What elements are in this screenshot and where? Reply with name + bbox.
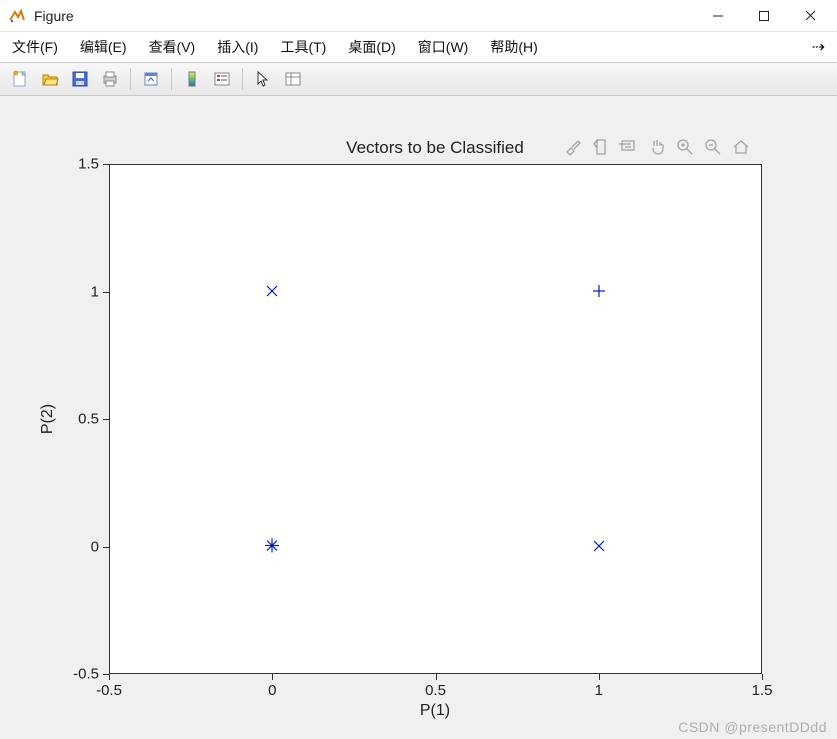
menu-view[interactable]: 查看(V) xyxy=(145,35,200,59)
y-tick xyxy=(103,292,109,293)
x-tick xyxy=(762,674,763,680)
close-button[interactable] xyxy=(787,0,833,32)
colorbar-button[interactable] xyxy=(178,66,206,92)
plot-axes[interactable] xyxy=(109,164,762,674)
data-point-x xyxy=(593,539,605,555)
axes-toolbar xyxy=(562,136,752,158)
menu-insert[interactable]: 插入(I) xyxy=(213,35,262,59)
x-tick xyxy=(436,674,437,680)
maximize-button[interactable] xyxy=(741,0,787,32)
x-tick xyxy=(272,674,273,680)
minimize-button[interactable] xyxy=(695,0,741,32)
menu-tools[interactable]: 工具(T) xyxy=(276,35,330,59)
print-button[interactable] xyxy=(96,66,124,92)
zoom-in-icon[interactable] xyxy=(674,136,696,158)
watermark: CSDN @presentDDdd xyxy=(678,719,827,735)
zoom-out-icon[interactable] xyxy=(702,136,724,158)
y-tick xyxy=(103,419,109,420)
y-axis-label: P(2) xyxy=(39,404,57,434)
y-tick-label: 1 xyxy=(59,283,99,300)
y-tick-label: 1.5 xyxy=(59,156,99,173)
legend-button[interactable] xyxy=(208,66,236,92)
x-tick-label: 1 xyxy=(595,682,603,699)
home-icon[interactable] xyxy=(730,136,752,158)
y-tick xyxy=(103,164,109,165)
data-point-star xyxy=(265,538,279,555)
titlebar: Figure xyxy=(0,0,837,32)
data-point-x xyxy=(266,284,278,300)
menu-desktop[interactable]: 桌面(D) xyxy=(344,35,399,59)
y-tick-label: -0.5 xyxy=(59,666,99,683)
menu-file[interactable]: 文件(F) xyxy=(8,35,62,59)
x-tick xyxy=(599,674,600,680)
open-button[interactable] xyxy=(36,66,64,92)
save-button[interactable] xyxy=(66,66,94,92)
x-tick-label: 1.5 xyxy=(752,682,773,699)
pan-icon[interactable] xyxy=(646,136,668,158)
figure-area: Vectors to be Classified P(2) P(1) CSDN … xyxy=(0,96,837,739)
toolbar xyxy=(0,62,837,96)
window-title: Figure xyxy=(34,8,74,24)
link-button[interactable] xyxy=(137,66,165,92)
x-tick xyxy=(109,674,110,680)
menu-window[interactable]: 窗口(W) xyxy=(414,35,473,59)
rotate-icon[interactable] xyxy=(590,136,612,158)
menu-edit[interactable]: 编辑(E) xyxy=(76,35,131,59)
x-tick-label: 0.5 xyxy=(425,682,446,699)
app-icon xyxy=(8,7,26,25)
y-tick xyxy=(103,547,109,548)
y-tick-label: 0 xyxy=(59,538,99,555)
chart-title: Vectors to be Classified xyxy=(346,138,524,158)
menubar: 文件(F) 编辑(E) 查看(V) 插入(I) 工具(T) 桌面(D) 窗口(W… xyxy=(0,32,837,62)
datatips-icon[interactable] xyxy=(618,136,640,158)
brush-icon[interactable] xyxy=(562,136,584,158)
x-axis-label: P(1) xyxy=(420,702,450,720)
menu-help[interactable]: 帮助(H) xyxy=(486,35,541,59)
toolbar-chevron-icon[interactable]: ⇢ xyxy=(812,37,825,57)
property-inspector-button[interactable] xyxy=(279,66,307,92)
y-tick xyxy=(103,674,109,675)
x-tick-label: 0 xyxy=(268,682,276,699)
y-tick-label: 0.5 xyxy=(59,411,99,428)
data-point-plus xyxy=(593,284,605,300)
new-figure-button[interactable] xyxy=(6,66,34,92)
x-tick-label: -0.5 xyxy=(96,682,122,699)
edit-plot-button[interactable] xyxy=(249,66,277,92)
